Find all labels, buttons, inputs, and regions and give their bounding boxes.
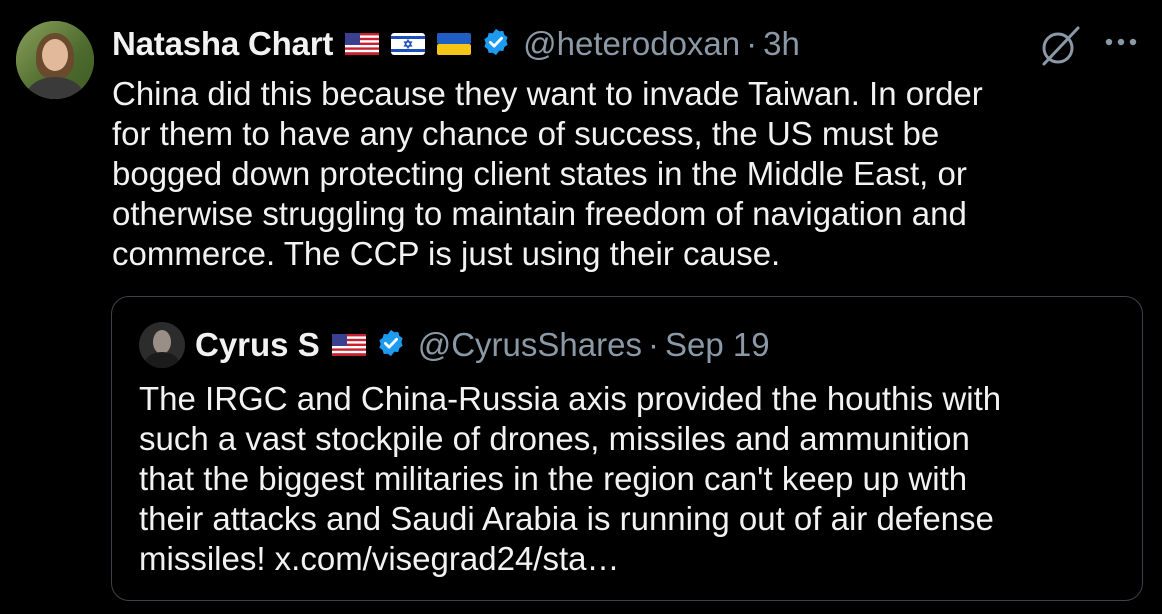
ukraine-flag-icon — [437, 33, 472, 55]
quoted-tweet-text: The IRGC and China-Russia axis provided … — [139, 380, 1002, 577]
quoted-tweet-date[interactable]: Sep 19 — [665, 326, 770, 364]
us-flag-icon — [345, 33, 380, 55]
tweet-text: China did this because they want to inva… — [112, 75, 983, 272]
author-avatar[interactable] — [16, 21, 94, 99]
separator-dot: · — [647, 326, 659, 363]
author-name[interactable]: Natasha Chart — [112, 25, 333, 63]
verified-badge-icon — [481, 27, 511, 62]
quoted-tweet[interactable]: Cyrus S @CyrusShares · Sep 19 The IRGC a… — [111, 296, 1143, 601]
verified-badge-icon — [376, 328, 406, 363]
quoted-author-name[interactable]: Cyrus S — [195, 326, 320, 364]
author-handle[interactable]: @heterodoxan — [523, 25, 740, 63]
more-options-icon[interactable] — [1101, 32, 1143, 52]
israel-flag-icon — [391, 33, 426, 55]
quoted-tweet-header: Cyrus S @CyrusShares · Sep 19 — [195, 323, 770, 367]
quoted-author-avatar[interactable] — [139, 322, 185, 368]
quoted-author-handle[interactable]: @CyrusShares — [418, 326, 642, 364]
tweet-header: Natasha Chart @heterodoxan · 3h — [112, 22, 800, 66]
tweet-time[interactable]: 3h — [763, 25, 800, 63]
grok-icon[interactable] — [1036, 22, 1084, 70]
us-flag-icon — [331, 334, 366, 356]
separator-dot: · — [746, 25, 758, 62]
